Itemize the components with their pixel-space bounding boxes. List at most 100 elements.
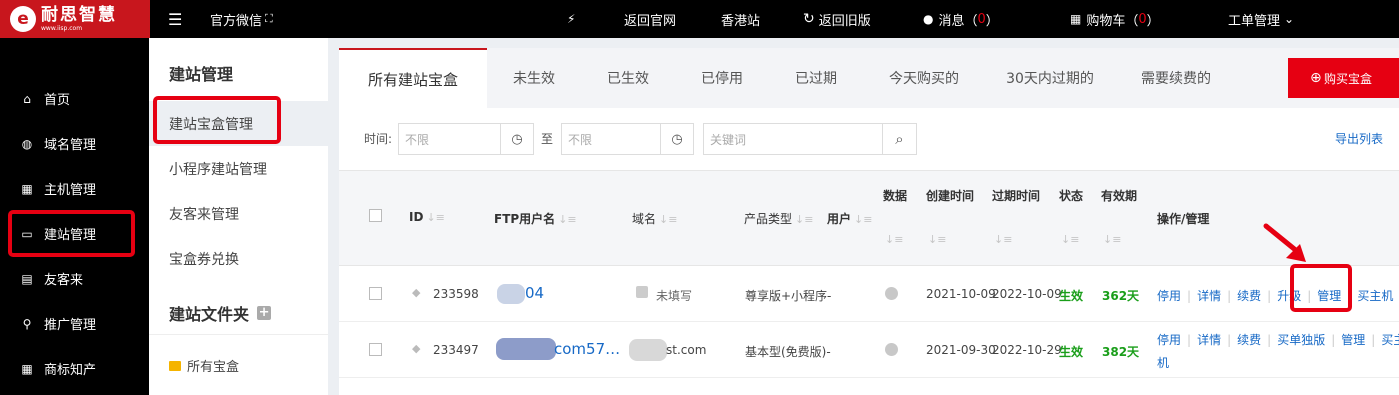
action-renew[interactable]: 续费 bbox=[1237, 289, 1261, 303]
sidebar-item-home[interactable]: ⌂ 首页 bbox=[0, 76, 149, 121]
export-list-link[interactable]: 导出列表 bbox=[1335, 123, 1383, 155]
clock-icon[interactable]: ◷ bbox=[660, 123, 694, 155]
back-official-link[interactable]: 返回官网 bbox=[624, 0, 676, 38]
main-panel: 所有建站宝盒 未生效 已生效 已停用 已过期 今天购买的 30天内过期的 需要续… bbox=[339, 48, 1399, 395]
row-checkbox[interactable] bbox=[369, 343, 382, 356]
date-from-input[interactable]: 不限 bbox=[398, 123, 501, 155]
messages-link[interactable]: ● 消息 （ 0 ） bbox=[923, 0, 999, 38]
sort-icon[interactable]: ↓≡ bbox=[885, 233, 903, 246]
wechat-link[interactable]: 官方微信 ⛶ bbox=[210, 0, 273, 38]
action-details[interactable]: 详情 bbox=[1197, 333, 1221, 347]
row-id: 233497 bbox=[433, 343, 479, 357]
table-row: ◆ 233497 com57… st.com 基本型(免费版)- 2021-09… bbox=[339, 322, 1399, 378]
cart-icon: ▦ bbox=[1070, 12, 1082, 26]
magic-wand-icon[interactable]: ⚡ bbox=[567, 0, 575, 38]
header-created: 创建时间 bbox=[926, 189, 975, 203]
sidebar-item-youkelai[interactable]: ▤ 友客来 bbox=[0, 256, 149, 301]
row-expire: 2022-10-29 bbox=[992, 343, 1062, 357]
header-user[interactable]: 用户 ↓≡ bbox=[827, 210, 872, 227]
sort-icon[interactable]: ↓≡ bbox=[994, 233, 1012, 246]
messages-paren-open: （ bbox=[964, 13, 978, 29]
menu-toggle-icon[interactable]: ☰ bbox=[168, 0, 182, 38]
redacted-blur bbox=[496, 338, 556, 360]
action-buy-standalone[interactable]: 买单独版 bbox=[1277, 333, 1325, 347]
sidebar-item-label: 商标知产 bbox=[44, 363, 97, 378]
tab-expired[interactable]: 已过期 bbox=[769, 48, 863, 108]
cart-link[interactable]: ▦ 购物车 （ 0 ） bbox=[1070, 0, 1160, 38]
header-id[interactable]: ID ↓≡ bbox=[409, 210, 445, 224]
sidebar-item-label: 友客来 bbox=[44, 273, 84, 288]
back-old-label: 返回旧版 bbox=[818, 13, 871, 29]
tab-need-renew[interactable]: 需要续费的 bbox=[1115, 48, 1237, 108]
row-ftp-user[interactable]: 04 bbox=[525, 284, 544, 302]
tab-inactive[interactable]: 未生效 bbox=[487, 48, 581, 108]
folder-icon bbox=[169, 360, 181, 371]
action-details[interactable]: 详情 bbox=[1197, 289, 1221, 303]
clock-icon[interactable]: ◷ bbox=[500, 123, 534, 155]
row-validity: 382天 bbox=[1102, 345, 1140, 359]
action-buy-host[interactable]: 买主 bbox=[1381, 333, 1399, 347]
sidebar-item-domains[interactable]: ◍ 域名管理 bbox=[0, 121, 149, 166]
header-data: 数据 bbox=[883, 189, 908, 203]
brand-url: www.iisp.com bbox=[41, 24, 83, 32]
tab-disabled[interactable]: 已停用 bbox=[675, 48, 769, 108]
tab-today[interactable]: 今天购买的 bbox=[863, 48, 985, 108]
sidebar-item-hosting[interactable]: ▦ 主机管理 bbox=[0, 166, 149, 211]
sidebar-item-trademark[interactable]: ▦ 商标知产 bbox=[0, 346, 149, 391]
keyword-input[interactable]: 关键词 bbox=[703, 123, 883, 155]
sort-icon: ↓≡ bbox=[426, 211, 445, 224]
row-ftp-user[interactable]: com57… bbox=[554, 340, 620, 358]
search-icon: ⚲ bbox=[22, 316, 32, 331]
sub-nav-item-youkelai[interactable]: 友客来管理 bbox=[149, 191, 328, 236]
sort-icon[interactable]: ↓≡ bbox=[928, 233, 946, 246]
action-disable[interactable]: 停用 bbox=[1157, 289, 1181, 303]
sort-icon: ↓≡ bbox=[659, 213, 678, 226]
sub-nav-title: 建站管理 bbox=[169, 65, 234, 84]
date-to-input[interactable]: 不限 bbox=[561, 123, 661, 155]
ticket-label: 工单管理 bbox=[1228, 13, 1281, 29]
buy-box-button[interactable]: ⊕ 购买宝盒 bbox=[1288, 58, 1399, 98]
action-buy-host[interactable]: 买主机 bbox=[1357, 289, 1393, 303]
tab-active[interactable]: 已生效 bbox=[581, 48, 675, 108]
sidebar-item-promotion[interactable]: ⚲ 推广管理 bbox=[0, 301, 149, 346]
select-all-checkbox[interactable] bbox=[369, 209, 382, 222]
ticket-menu[interactable]: 工单管理 ⌄ bbox=[1228, 0, 1294, 38]
edit-icon[interactable] bbox=[636, 286, 648, 298]
pie-chart-icon[interactable] bbox=[885, 343, 898, 356]
row-product: 尊享版+小程序- bbox=[745, 289, 832, 303]
header-id-label: ID bbox=[409, 210, 424, 224]
sidebar-item-label: 主机管理 bbox=[44, 183, 97, 198]
home-icon: ⌂ bbox=[23, 91, 31, 106]
brand-logo[interactable]: e 耐思智慧 www.iisp.com bbox=[0, 0, 150, 38]
action-renew[interactable]: 续费 bbox=[1237, 333, 1261, 347]
row-checkbox[interactable] bbox=[369, 287, 382, 300]
header-validity: 有效期 bbox=[1101, 189, 1138, 203]
tab-all[interactable]: 所有建站宝盒 bbox=[339, 48, 487, 108]
header-ftp[interactable]: FTP用户名 ↓≡ bbox=[494, 210, 577, 227]
tab-expiring-30[interactable]: 30天内过期的 bbox=[985, 48, 1115, 108]
header-status: 状态 bbox=[1059, 189, 1084, 203]
search-icon[interactable]: ⌕ bbox=[882, 123, 917, 155]
sub-nav-item-miniprogram[interactable]: 小程序建站管理 bbox=[149, 146, 328, 191]
row-domain: 未填写 bbox=[656, 289, 693, 303]
action-buy-host-wrap[interactable]: 机 bbox=[1157, 354, 1169, 371]
separator: | bbox=[1187, 289, 1192, 303]
hk-site-link[interactable]: 香港站 bbox=[721, 0, 760, 38]
action-disable[interactable]: 停用 bbox=[1157, 333, 1181, 347]
sub-nav-item-voucher[interactable]: 宝盒券兑换 bbox=[149, 236, 328, 281]
add-folder-icon[interactable]: + bbox=[257, 306, 272, 320]
pie-chart-icon[interactable] bbox=[885, 287, 898, 300]
messages-count: 0 bbox=[977, 11, 986, 27]
back-old-link[interactable]: ↻ 返回旧版 bbox=[803, 0, 871, 38]
sort-icon[interactable]: ↓≡ bbox=[1061, 233, 1079, 246]
header-expire: 过期时间 bbox=[992, 189, 1041, 203]
header-product[interactable]: 产品类型 ↓≡ bbox=[744, 210, 813, 227]
sidebar-item-label: 域名管理 bbox=[44, 138, 97, 153]
action-manage[interactable]: 管理 bbox=[1341, 333, 1365, 347]
logo-mark-icon: e bbox=[10, 6, 36, 32]
header-ftp-label: FTP用户名 bbox=[494, 212, 556, 226]
folder-item-all[interactable]: 所有宝盒 bbox=[149, 343, 328, 388]
sort-icon: ↓≡ bbox=[558, 213, 577, 226]
header-domain[interactable]: 域名 ↓≡ bbox=[632, 210, 677, 227]
sort-icon[interactable]: ↓≡ bbox=[1103, 233, 1121, 246]
